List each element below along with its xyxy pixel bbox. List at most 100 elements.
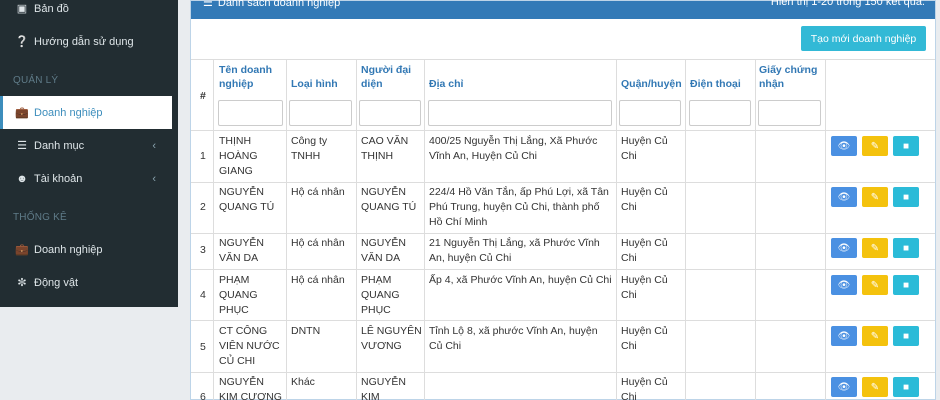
delete-button[interactable]: ■ (893, 275, 919, 295)
row-divider (191, 182, 935, 183)
cell-name: PHẠM QUANG PHỤC (219, 274, 258, 316)
trash-icon: ■ (902, 330, 910, 342)
column-header-phone[interactable]: Điện thoại (690, 77, 754, 91)
row-number: 4 (200, 289, 206, 301)
column-header-address[interactable]: Địa chỉ (429, 77, 579, 91)
eye-icon: 👁 (837, 140, 851, 152)
delete-button[interactable]: ■ (893, 326, 919, 346)
col-divider (286, 59, 287, 400)
cell-name: NGUYỄN VĂN DA (219, 237, 264, 264)
row-number: 1 (200, 150, 206, 162)
cell-district: Huyện Củ Chi (621, 325, 668, 352)
sidebar-item-enterprise[interactable]: 💼 Doanh nghiệp (0, 96, 172, 129)
filter-type-input[interactable] (289, 100, 352, 126)
row-number: 3 (200, 244, 206, 256)
cell-type: Khác (291, 376, 315, 388)
edit-button[interactable]: ✎ (862, 187, 888, 207)
filter-certificate-input[interactable] (758, 100, 821, 126)
briefcase-icon: 💼 (15, 244, 29, 256)
column-header-name[interactable]: Tên doanh nghiệp (219, 63, 283, 91)
filter-district-input[interactable] (619, 100, 681, 126)
row-divider (191, 372, 935, 373)
col-divider (424, 59, 425, 400)
paw-icon: ✼ (17, 277, 27, 289)
sidebar-item-label: Động vật (34, 276, 79, 289)
column-header-representative[interactable]: Người đại diện (361, 63, 421, 91)
edit-button[interactable]: ✎ (862, 136, 888, 156)
view-button[interactable]: 👁 (831, 377, 857, 397)
pagination-summary: Hiển thị 1-20 trong 150 kết quả. (770, 0, 925, 8)
cell-type: Hộ cá nhân (291, 274, 345, 286)
cell-address: 21 Nguyễn Thị Lắng, xã Phước Vĩnh An, hu… (429, 237, 600, 264)
sidebar-item-guide[interactable]: ❔ Hướng dẫn sử dụng (0, 25, 178, 58)
pencil-icon: ✎ (870, 242, 880, 254)
filter-name-input[interactable] (218, 100, 283, 126)
edit-button[interactable]: ✎ (862, 238, 888, 258)
panel-title: ☰ Danh sách doanh nghiệp (203, 0, 340, 9)
eye-icon: 👁 (837, 330, 851, 342)
edit-button[interactable]: ✎ (862, 377, 888, 397)
sidebar: ▣ Bản đồ ❔ Hướng dẫn sử dụng QUẢN LÝ 💼 D… (0, 0, 178, 307)
create-enterprise-button[interactable]: Tạo mới doanh nghiệp (801, 26, 926, 51)
trash-icon: ■ (902, 140, 910, 152)
row-divider (191, 233, 935, 234)
filter-address-input[interactable] (428, 100, 612, 126)
sidebar-item-label: Doanh nghiệp (34, 243, 103, 256)
eye-icon: 👁 (837, 191, 851, 203)
cell-representative: NGUYỄN VĂN DA (361, 237, 406, 264)
cell-type: DNTN (291, 325, 321, 337)
cell-representative: NGUYỄN KIM (361, 376, 406, 400)
view-button[interactable]: 👁 (831, 136, 857, 156)
row-divider (191, 320, 935, 321)
trash-icon: ■ (902, 279, 910, 291)
col-divider (616, 59, 617, 400)
question-circle-icon: ❔ (15, 36, 29, 48)
column-header-district[interactable]: Quận/huyện (621, 77, 689, 91)
sidebar-item-label: Doanh nghiệp (34, 106, 103, 119)
cell-representative: PHẠM QUANG PHỤC (361, 274, 400, 316)
cell-district: Huyện Củ Chi (621, 274, 668, 301)
edit-button[interactable]: ✎ (862, 275, 888, 295)
cell-type: Hộ cá nhân (291, 186, 345, 198)
list-icon: ☰ (17, 140, 27, 152)
sidebar-item-map[interactable]: ▣ Bản đồ (0, 0, 178, 25)
pencil-icon: ✎ (870, 191, 880, 203)
col-divider (213, 59, 214, 400)
col-divider (685, 59, 686, 400)
delete-button[interactable]: ■ (893, 238, 919, 258)
filter-phone-input[interactable] (689, 100, 751, 126)
view-button[interactable]: 👁 (831, 238, 857, 258)
sidebar-item-stats-enterprise[interactable]: 💼 Doanh nghiệp (0, 233, 178, 266)
view-button[interactable]: 👁 (831, 275, 857, 295)
filter-representative-input[interactable] (359, 100, 421, 126)
cell-type: Công ty TNHH (291, 135, 328, 162)
cell-type: Hộ cá nhân (291, 237, 345, 249)
panel-title-text: Danh sách doanh nghiệp (217, 0, 341, 9)
pencil-icon: ✎ (870, 140, 880, 152)
sidebar-item-accounts[interactable]: ☻ Tài khoản ‹ (0, 162, 178, 195)
cell-name: THỊNH HOÀNG GIANG (219, 135, 258, 177)
row-number: 6 (200, 391, 206, 400)
column-header-type[interactable]: Loại hình (291, 77, 355, 91)
delete-button[interactable]: ■ (893, 187, 919, 207)
list-icon: ☰ (203, 0, 213, 9)
sidebar-item-label: Danh mục (34, 139, 85, 152)
delete-button[interactable]: ■ (893, 377, 919, 397)
edit-button[interactable]: ✎ (862, 326, 888, 346)
cell-district: Huyện Củ Chi (621, 237, 668, 264)
column-header-certificate[interactable]: Giấy chứng nhận (759, 63, 823, 91)
view-button[interactable]: 👁 (831, 326, 857, 346)
cell-address: 224/4 Hồ Văn Tắn, ấp Phú Lợi, xã Tân Phú… (429, 186, 609, 228)
sidebar-item-categories[interactable]: ☰ Danh mục ‹ (0, 129, 178, 162)
cell-representative: CAO VĂN THỊNH (361, 135, 409, 162)
sidebar-item-stats-animals[interactable]: ✼ Động vật (0, 266, 178, 299)
row-number: 5 (200, 341, 206, 353)
delete-button[interactable]: ■ (893, 136, 919, 156)
users-icon: ☻ (16, 172, 28, 185)
header-bottom-border (191, 130, 935, 131)
enterprise-list-panel: ☰ Danh sách doanh nghiệp Hiển thị 1-20 t… (190, 0, 936, 400)
row-number: 2 (200, 201, 206, 213)
cell-district: Huyện Củ Chi (621, 135, 668, 162)
eye-icon: 👁 (837, 279, 851, 291)
view-button[interactable]: 👁 (831, 187, 857, 207)
